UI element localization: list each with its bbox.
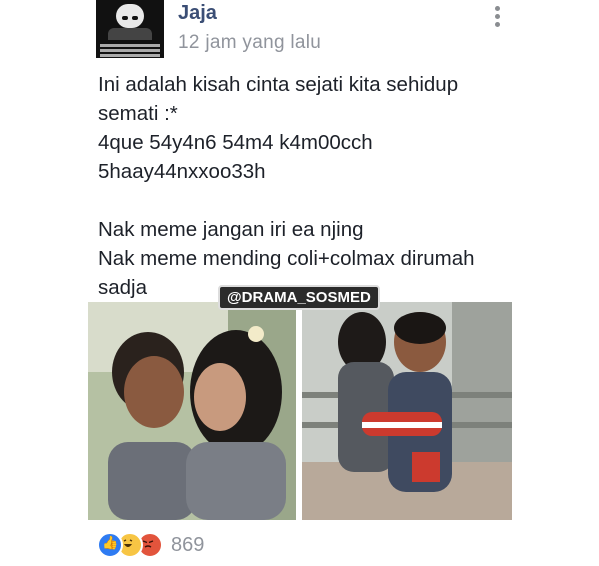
- reaction-count[interactable]: 869: [171, 534, 204, 557]
- author-name[interactable]: Jaja: [178, 2, 217, 25]
- photo-left[interactable]: [88, 302, 296, 520]
- avatar-caption-line: [100, 54, 160, 57]
- helmet-mask-icon: [116, 4, 144, 28]
- author-avatar[interactable]: [96, 0, 164, 58]
- post-body-text: Ini adalah kisah cinta sejati kita sehid…: [98, 73, 475, 299]
- photo-right[interactable]: [302, 302, 512, 520]
- avatar-eye-right: [132, 16, 138, 20]
- post-photo-grid[interactable]: [88, 302, 512, 520]
- avatar-eye-left: [122, 16, 128, 20]
- photo-couple-hugging: [302, 302, 512, 520]
- avatar-shoulders: [108, 28, 152, 40]
- post-timestamp[interactable]: 12 jam yang lalu: [178, 32, 321, 54]
- avatar-caption-line: [100, 49, 160, 52]
- avatar-caption-line: [100, 44, 160, 47]
- reaction-summary[interactable]: 869: [97, 532, 204, 558]
- like-reaction-icon[interactable]: [97, 532, 123, 558]
- photo-couple-face-to-face: [88, 302, 296, 520]
- watermark-label: @DRAMA_SOSMED: [218, 285, 380, 310]
- more-options-icon[interactable]: [490, 4, 504, 30]
